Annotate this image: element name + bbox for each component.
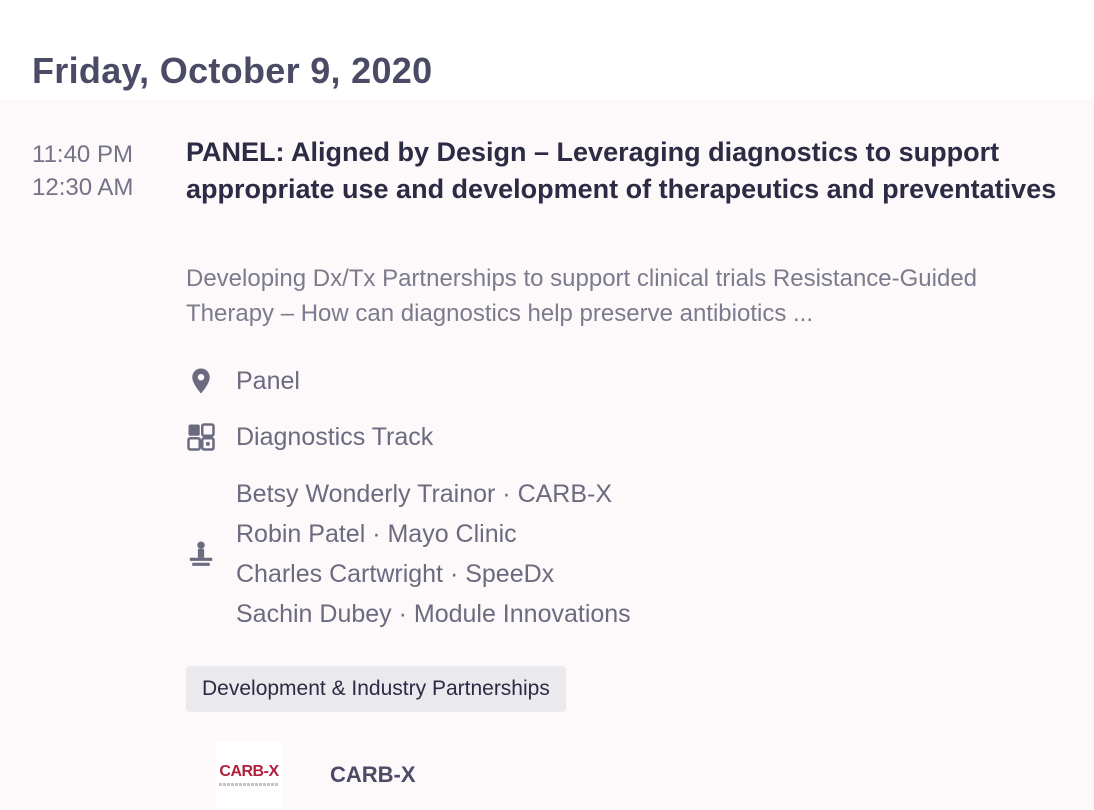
sponsor-logo: CARB-X	[216, 742, 282, 808]
location-label: Panel	[236, 366, 300, 395]
speaker-item[interactable]: Betsy Wonderly Trainor · CARB-X	[236, 474, 631, 514]
speaker-podium-icon	[186, 537, 220, 571]
sponsor-logo-text: CARB-X	[219, 763, 279, 780]
sponsor-name[interactable]: CARB-X	[330, 762, 416, 788]
speaker-item[interactable]: Charles Cartwright · SpeeDx	[236, 554, 631, 594]
session-card[interactable]: 11:40 PM 12:30 AM PANEL: Aligned by Desi…	[0, 100, 1094, 810]
track-grid-icon	[186, 420, 220, 454]
session-location: Panel	[186, 364, 300, 398]
speaker-item[interactable]: Robin Patel · Mayo Clinic	[236, 514, 631, 554]
session-track: Diagnostics Track	[186, 420, 433, 454]
location-pin-icon	[186, 364, 220, 398]
session-description: Developing Dx/Tx Partnerships to support…	[186, 265, 978, 327]
session-times: 11:40 PM 12:30 AM	[32, 138, 133, 204]
start-time: 11:40 PM	[32, 141, 133, 168]
session-tag[interactable]: Development & Industry Partnerships	[186, 666, 566, 712]
speaker-item[interactable]: Sachin Dubey · Module Innovations	[236, 594, 631, 634]
logo-tagline-decoration	[219, 783, 279, 786]
session-title[interactable]: PANEL: Aligned by Design – Leveraging di…	[186, 134, 1066, 208]
day-heading: Friday, October 9, 2020	[32, 50, 433, 91]
session-speakers: Betsy Wonderly Trainor · CARB-X Robin Pa…	[186, 474, 631, 634]
track-label: Diagnostics Track	[236, 422, 434, 451]
speakers-list: Betsy Wonderly Trainor · CARB-X Robin Pa…	[236, 474, 631, 634]
agenda-page: Friday, October 9, 2020 11:40 PM 12:30 A…	[0, 0, 1094, 810]
sponsor[interactable]: CARB-X CARB-X	[216, 742, 416, 808]
end-time: 12:30 AM	[32, 174, 134, 201]
